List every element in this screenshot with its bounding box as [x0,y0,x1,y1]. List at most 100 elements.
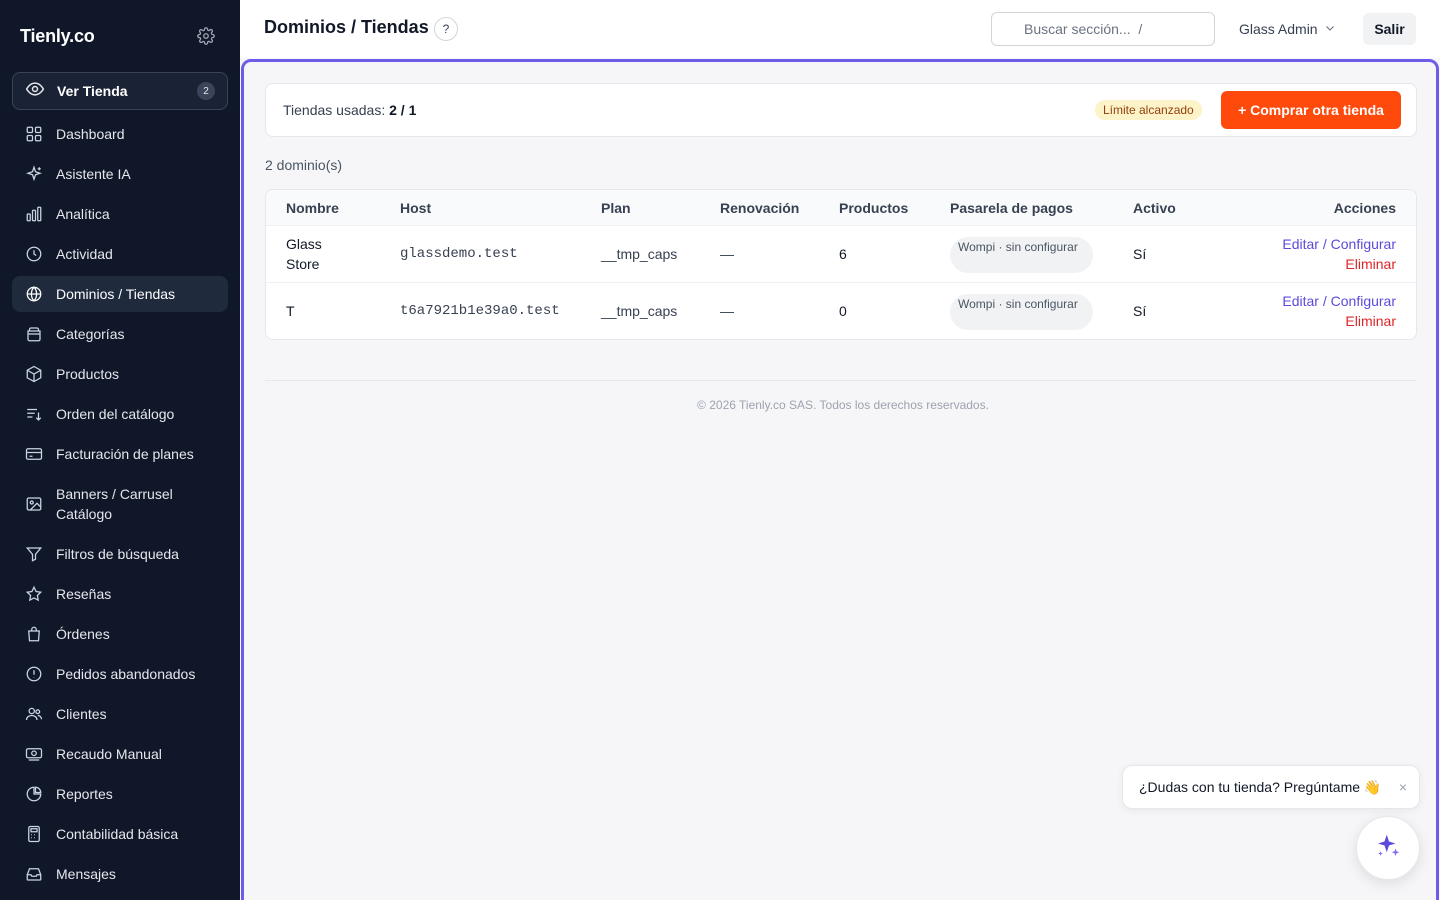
logout-button[interactable]: Salir [1363,13,1416,45]
sidebar-item-label: Contabilidad básica [56,826,179,842]
column-header-nombre: Nombre [286,200,339,216]
cell-host: glassdemo.test [400,246,518,262]
footer-copyright: © 2026 Tienly.co SAS. Todos los derechos… [697,398,989,412]
sidebar-item-actividad[interactable]: Actividad [12,236,228,272]
sidebar-item-label: Órdenes [56,626,110,642]
sidebar-item-contabilidad-basica[interactable]: Contabilidad básica [12,816,228,852]
footer-divider [265,380,1417,381]
table-header: Nombre Host Plan Renovación Productos Pa… [266,190,1416,226]
domains-count: 2 dominio(s) [265,157,343,173]
user-name: Glass Admin [1239,21,1318,37]
column-header-activo: Activo [1133,200,1176,216]
cell-host: t6a7921b1e39a0.test [400,303,560,319]
sidebar-item-label: Actividad [56,246,113,262]
ver-tienda-button[interactable]: Ver Tienda 2 [12,72,228,110]
cell-active: Sí [1133,246,1147,262]
calculator-icon [24,824,44,844]
sidebar-item-label: Pedidos abandonados [56,666,196,682]
cell-products: 6 [839,246,847,262]
sidebar-item-analitica[interactable]: Analítica [12,196,228,232]
brand-row: Tienly.co [20,22,216,50]
sidebar-item-label: Banners / Carrusel Catálogo [56,486,173,522]
gear-icon[interactable] [196,26,216,46]
ver-tienda-label: Ver Tienda [57,83,128,99]
sidebar-item-resenas[interactable]: Reseñas [12,576,228,612]
page-title: Dominios / Tiendas [264,17,429,37]
sidebar-item-label: Categorías [56,326,125,342]
globe-icon [24,284,44,304]
buy-store-button[interactable]: + Comprar otra tienda [1221,91,1401,129]
sidebar-item-reportes[interactable]: Reportes [12,776,228,812]
ver-tienda-count-badge: 2 [197,82,215,100]
column-header-renovacion: Renovación [720,200,800,216]
chat-prompt-bubble[interactable]: ¿Dudas con tu tienda? Pregúntame 👋 × [1122,765,1420,809]
box-icon [24,364,44,384]
cell-renewal: — [720,246,734,262]
help-button[interactable]: ? [434,17,458,41]
edit-configure-link[interactable]: Editar / Configurar [1282,291,1396,311]
filter-icon [24,544,44,564]
sparkles-icon [24,164,44,184]
stores-used-value: 2 / 1 [389,102,417,118]
cell-plan: __tmp_caps [601,246,678,262]
column-header-productos: Productos [839,200,909,216]
sidebar-item-dashboard[interactable]: Dashboard [12,116,228,152]
star-icon [24,584,44,604]
sidebar-item-facturacion-planes[interactable]: Facturación de planes [12,436,228,472]
clock-icon [24,244,44,264]
user-menu[interactable]: Glass Admin [1239,18,1336,40]
sidebar-item-label: Dashboard [56,126,125,142]
stores-used: Tiendas usadas: 2 / 1 [283,102,416,118]
folder-icon [24,324,44,344]
pie-chart-icon [24,784,44,804]
sidebar-item-recaudo-manual[interactable]: Recaudo Manual [12,736,228,772]
close-icon[interactable]: × [1399,779,1407,795]
delete-link[interactable]: Eliminar [1282,311,1396,331]
sidebar-item-label: Asistente IA [56,166,131,182]
sidebar-nav: Dashboard Asistente IA Analítica Activid… [12,116,228,896]
cell-active: Sí [1133,303,1147,319]
users-icon [24,704,44,724]
sidebar-item-label: Reportes [56,786,113,802]
top-header: Dominios / Tiendas ? Glass Admin Salir [240,0,1440,58]
cell-plan: __tmp_caps [601,303,678,319]
sidebar-item-banners-carrusel[interactable]: Banners / Carrusel Catálogo [12,476,228,532]
sidebar-item-label: Facturación de planes [56,446,194,462]
table-row: Glass Store glassdemo.test __tmp_caps — … [266,226,1416,283]
sort-list-icon [24,404,44,424]
cell-renewal: — [720,303,734,319]
gateway-status-badge: Wompi · sin configurar [950,237,1093,273]
brand-logo: Tienly.co [20,25,95,46]
sidebar-item-label: Reseñas [56,586,112,602]
row-actions: Editar / Configurar Eliminar [1282,234,1396,274]
sidebar-item-asistente-ia[interactable]: Asistente IA [12,156,228,192]
alert-circle-icon [24,664,44,684]
sidebar-item-orden-catalogo[interactable]: Orden del catálogo [12,396,228,432]
sidebar-item-label: Dominios / Tiendas [56,286,176,302]
limit-reached-badge: Límite alcanzado [1095,100,1202,120]
sidebar-item-productos[interactable]: Productos [12,356,228,392]
sidebar-item-filtros-busqueda[interactable]: Filtros de búsqueda [12,536,228,572]
sidebar-item-pedidos-abandonados[interactable]: Pedidos abandonados [12,656,228,692]
inbox-icon [24,864,44,884]
sidebar-item-label: Analítica [56,206,110,222]
column-header-host: Host [400,200,432,216]
credit-card-icon [24,444,44,464]
sidebar-item-ordenes[interactable]: Órdenes [12,616,228,652]
delete-link[interactable]: Eliminar [1282,254,1396,274]
sidebar-item-categorias[interactable]: Categorías [12,316,228,352]
sidebar-item-clientes[interactable]: Clientes [12,696,228,732]
sidebar-item-mensajes[interactable]: Mensajes [12,856,228,892]
column-header-pasarela: Pasarela de pagos [950,200,1073,216]
row-actions: Editar / Configurar Eliminar [1282,291,1396,331]
search-input[interactable] [991,12,1215,46]
image-icon [24,494,44,514]
cell-name: Glass Store [286,236,322,272]
table-row: T t6a7921b1e39a0.test __tmp_caps — 0 Wom… [266,283,1416,339]
ai-assistant-button[interactable] [1356,816,1420,880]
edit-configure-link[interactable]: Editar / Configurar [1282,234,1396,254]
grid-icon [24,124,44,144]
column-header-acciones: Acciones [1333,200,1396,216]
sidebar-item-dominios-tiendas[interactable]: Dominios / Tiendas [12,276,228,312]
sidebar-item-label: Orden del catálogo [56,406,175,422]
